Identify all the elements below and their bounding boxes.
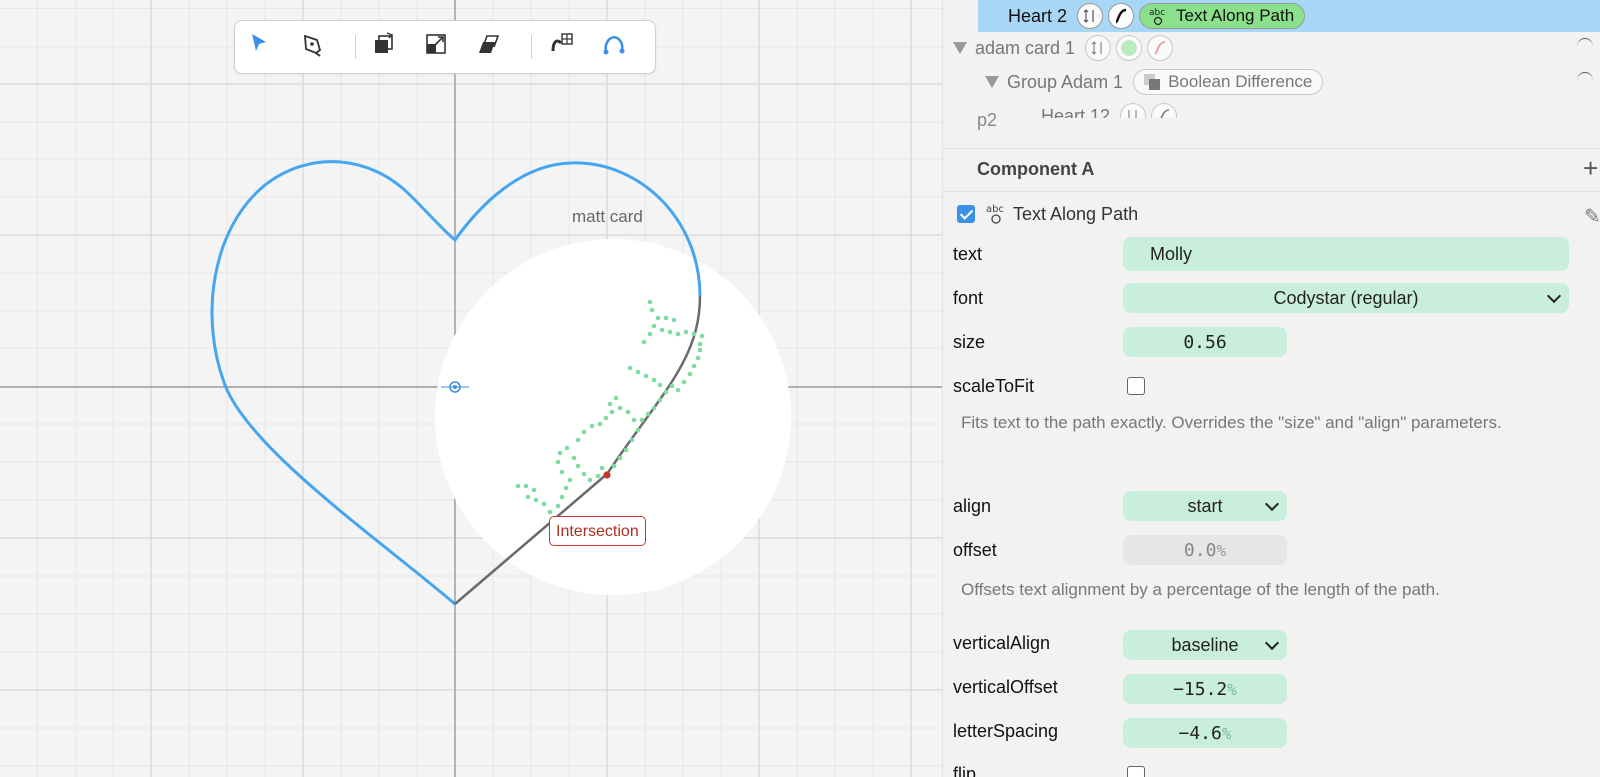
param-label-align: align — [953, 496, 992, 516]
rotate-shape-icon[interactable] — [371, 31, 403, 63]
verticaloffset-value: −15.2 — [1173, 678, 1228, 700]
chip-label: Boolean Difference — [1168, 72, 1313, 91]
offset-help: Offsets text alignment by a percentage o… — [961, 580, 1440, 599]
layer-row-p2[interactable]: p2 — [977, 110, 997, 130]
scaletofit-help: Fits text to the path exactly. Overrides… — [961, 413, 1502, 432]
param-label-flip: flip — [953, 764, 977, 777]
layer-tree: Heart 2 abc Text Along Path adam card 1 — [943, 0, 1600, 118]
disclosure-triangle-icon[interactable] — [985, 76, 999, 88]
snap-grid-icon[interactable] — [549, 31, 581, 63]
param-label-text: text — [953, 244, 983, 264]
transform-icon[interactable] — [1085, 35, 1112, 61]
layer-label: Group Adam 1 — [1007, 71, 1124, 92]
param-label-verticaloffset: verticalOffset — [953, 677, 1058, 697]
verticaloffset-unit: % — [1227, 679, 1237, 699]
fill-icon[interactable] — [1116, 35, 1143, 61]
intersection-label: Intersection — [549, 516, 646, 546]
tool-palette — [234, 20, 656, 74]
intersection-point — [603, 471, 611, 479]
component-header: Component A + — [943, 148, 1600, 192]
matt-card-label: matt card — [572, 207, 643, 226]
transform-icon[interactable] — [1120, 103, 1147, 118]
verticalalign-select[interactable]: baseline — [1123, 630, 1287, 660]
inspector-panel: Heart 2 abc Text Along Path adam card 1 — [942, 0, 1600, 777]
offset-unit: % — [1216, 540, 1227, 560]
layer-label: Heart 12 — [1041, 105, 1111, 119]
pencil-icon[interactable]: ✎ — [1584, 204, 1600, 229]
boolean-difference-icon — [1144, 74, 1161, 90]
text-along-path-chip[interactable]: abc Text Along Path — [1139, 3, 1306, 29]
modifier-title: Text Along Path — [1013, 204, 1139, 224]
letterspacing-input[interactable]: −4.6% — [1123, 718, 1287, 748]
letterspacing-value: −4.6 — [1178, 722, 1222, 744]
canvas-drawing[interactable] — [0, 0, 942, 777]
visibility-icon[interactable] — [1577, 72, 1593, 89]
align-select[interactable]: start — [1123, 491, 1287, 521]
svg-text:abc: abc — [986, 204, 1004, 215]
pen-icon[interactable] — [299, 31, 331, 63]
param-label-letterspacing: letterSpacing — [953, 721, 1059, 741]
param-label-verticalalign: verticalAlign — [953, 633, 1051, 653]
param-label-offset: offset — [953, 540, 997, 560]
transform-icon[interactable] — [1077, 3, 1104, 29]
layer-label: Heart 2 — [1008, 5, 1068, 26]
chevron-down-icon — [1264, 635, 1280, 651]
layer-row-heart-2[interactable]: Heart 2 abc Text Along Path — [978, 0, 1600, 32]
disclosure-triangle-icon[interactable] — [953, 42, 967, 54]
select-arrow-icon[interactable] — [247, 31, 279, 63]
font-select[interactable]: Codystar (regular) — [1123, 283, 1569, 313]
path-curve-icon[interactable] — [1108, 3, 1135, 29]
chevron-down-icon — [1546, 288, 1562, 304]
stroke-icon[interactable] — [1147, 35, 1174, 61]
component-title: Component A — [977, 159, 1095, 179]
offset-value: 0.0 — [1183, 539, 1217, 561]
skew-shape-icon[interactable] — [475, 31, 507, 63]
size-input[interactable]: 0.56 — [1123, 327, 1287, 357]
align-select-value: start — [1187, 495, 1223, 516]
chevron-down-icon — [1264, 496, 1280, 512]
boolean-difference-chip[interactable]: Boolean Difference — [1133, 69, 1324, 95]
verticaloffset-input[interactable]: −15.2% — [1123, 674, 1287, 704]
snap-path-icon[interactable] — [601, 31, 633, 63]
layer-row-heart-12[interactable]: Heart 12 — [1041, 100, 1178, 119]
modifier-enabled-checkbox[interactable] — [957, 205, 975, 223]
offset-input[interactable]: 0.0% — [1123, 535, 1287, 565]
visibility-icon[interactable] — [1577, 38, 1593, 55]
text-along-path-icon: abc — [1149, 8, 1165, 26]
layer-row-adam-card-1[interactable]: adam card 1 — [953, 32, 1174, 64]
scale-shape-icon[interactable] — [423, 31, 455, 63]
add-modifier-button[interactable]: + — [1583, 153, 1598, 184]
scaletofit-checkbox[interactable] — [1127, 377, 1145, 395]
canvas[interactable]: matt card Intersection — [0, 0, 942, 777]
chip-label: Text Along Path — [1176, 6, 1295, 25]
param-label-scaletofit: scaleToFit — [953, 376, 1035, 396]
param-label-size: size — [953, 332, 986, 352]
path-curve-icon[interactable] — [1151, 103, 1178, 118]
verticalalign-select-value: baseline — [1171, 634, 1239, 655]
text-along-path-icon: abc — [985, 202, 1009, 231]
param-label-font: font — [953, 288, 984, 308]
layer-row-group-adam-1[interactable]: Group Adam 1 Boolean Difference — [985, 66, 1324, 98]
layer-label: adam card 1 — [975, 37, 1076, 58]
svg-text:abc: abc — [1149, 8, 1165, 18]
letterspacing-unit: % — [1221, 723, 1232, 743]
text-input[interactable]: Molly — [1123, 237, 1569, 271]
font-select-value: Codystar (regular) — [1273, 287, 1419, 308]
flip-checkbox[interactable] — [1127, 766, 1145, 777]
